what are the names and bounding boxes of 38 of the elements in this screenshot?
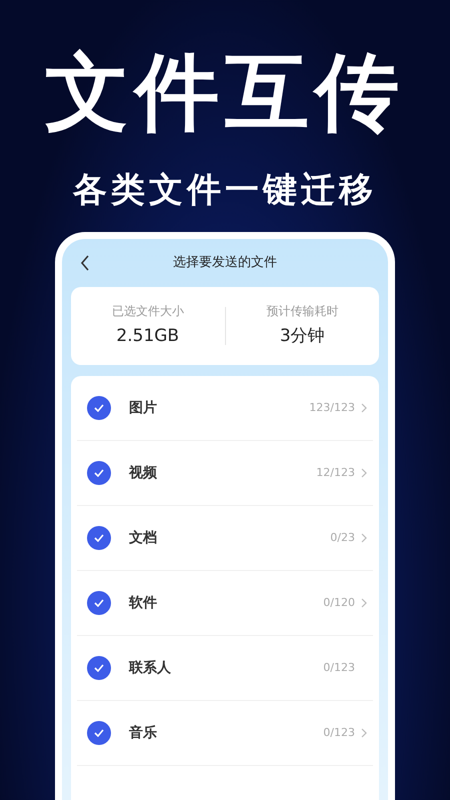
category-count: 0/120	[323, 594, 355, 611]
category-row[interactable]: 联系人 0/123	[77, 636, 373, 701]
check-icon	[94, 534, 104, 542]
checkbox[interactable]	[87, 461, 111, 485]
checkbox[interactable]	[87, 656, 111, 680]
category-row[interactable]: 软件 0/120	[77, 571, 373, 636]
check-icon	[94, 599, 104, 607]
category-name: 音乐	[129, 724, 157, 742]
checkbox[interactable]	[87, 721, 111, 745]
checkbox[interactable]	[87, 396, 111, 420]
category-count: 0/123	[323, 724, 355, 741]
check-icon	[94, 404, 104, 412]
category-name: 视频	[129, 464, 157, 482]
category-count: 0/23	[330, 530, 355, 546]
category-count: 123/123	[309, 400, 355, 416]
category-name: 图片	[129, 398, 157, 418]
check-icon	[94, 664, 104, 672]
category-name: 联系人	[129, 658, 171, 678]
check-icon	[94, 469, 104, 477]
screen-title: 选择要发送的文件	[173, 254, 277, 272]
headline: 文件互传	[45, 42, 405, 142]
category-row[interactable]: 音乐 0/123	[77, 701, 373, 766]
stat-value: 3分钟	[280, 325, 325, 348]
back-icon	[80, 255, 90, 271]
category-count: 0/123	[323, 660, 355, 676]
category-row[interactable]: 视频 12/123	[77, 441, 373, 506]
category-row[interactable]: 图片 123/123	[77, 376, 373, 441]
category-count: 12/123	[316, 464, 355, 481]
subheadline: 各类文件一键迁移	[73, 170, 377, 210]
stat-value: 2.51GB	[116, 325, 180, 348]
category-name: 文档	[129, 528, 157, 548]
stat-label: 已选文件大小	[112, 303, 184, 320]
category-row[interactable]: 文档 0/23	[77, 506, 373, 571]
check-icon	[94, 729, 104, 737]
checkbox[interactable]	[87, 591, 111, 615]
category-name: 软件	[129, 594, 157, 612]
checkbox[interactable]	[87, 526, 111, 550]
stat-label: 预计传输耗时	[266, 303, 338, 320]
